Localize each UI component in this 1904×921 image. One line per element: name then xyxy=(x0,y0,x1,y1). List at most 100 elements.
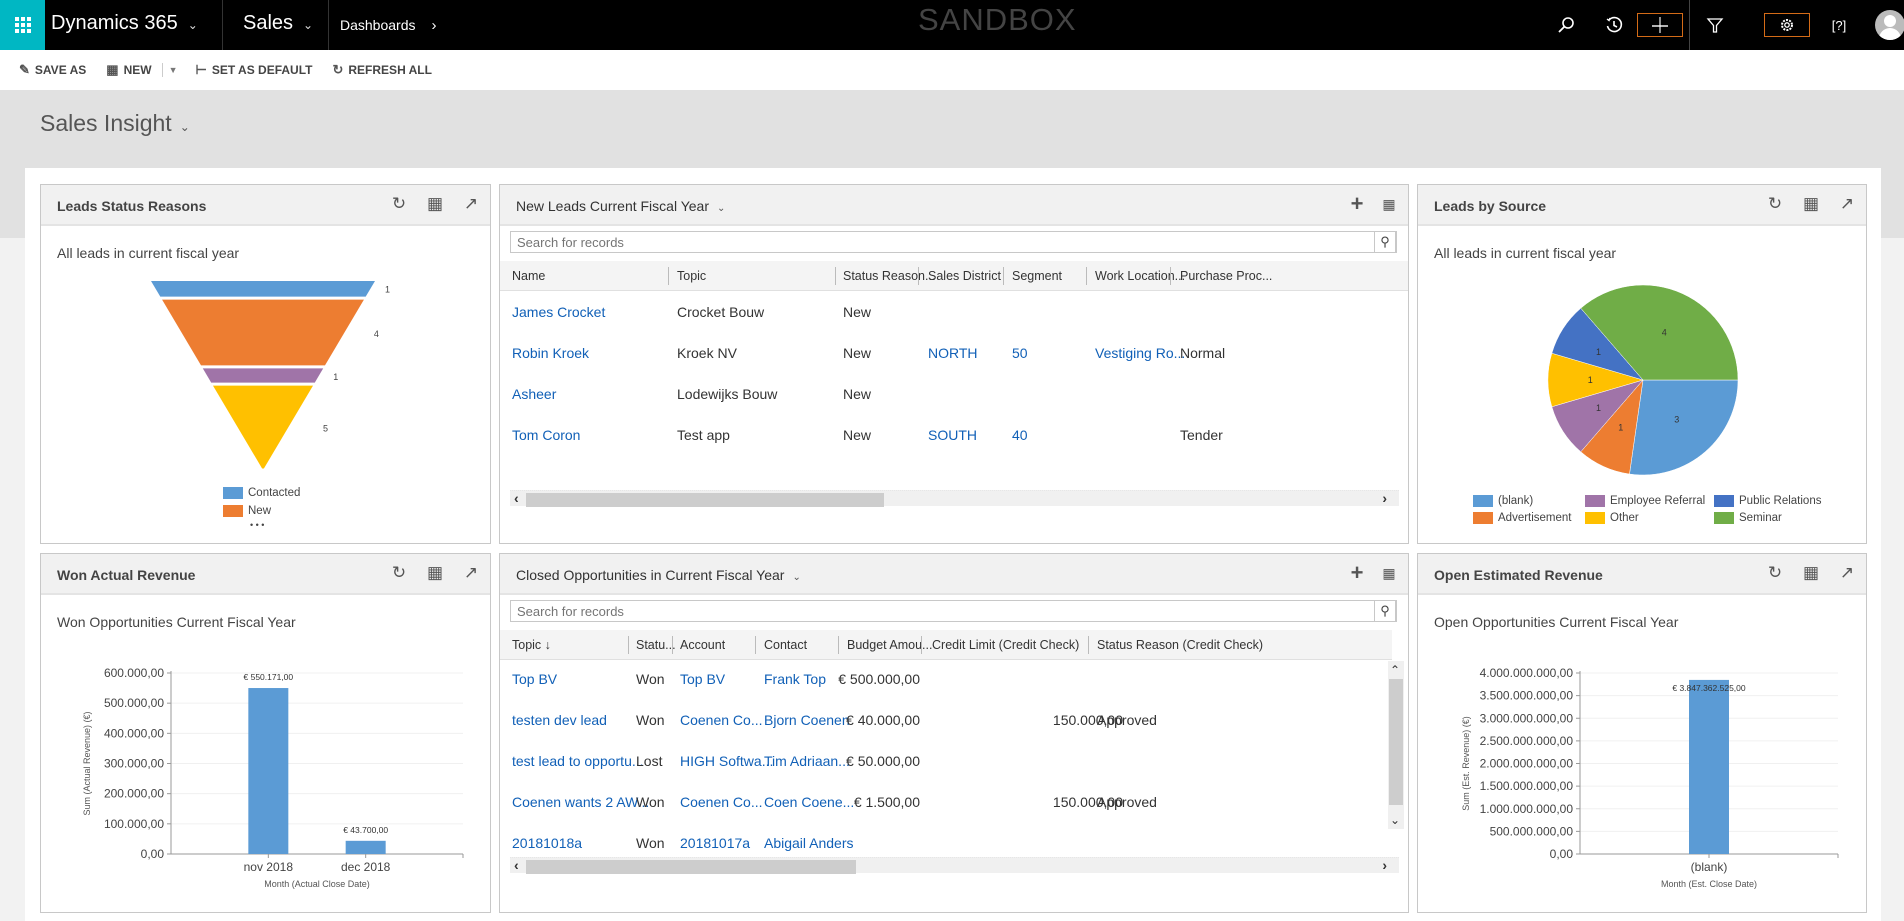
funnel-segment[interactable] xyxy=(151,281,375,297)
set-as-default-button[interactable]: ⊢ SET AS DEFAULT xyxy=(195,62,312,78)
column-resize-handle[interactable] xyxy=(1088,636,1089,654)
column-resize-handle[interactable] xyxy=(838,636,839,654)
record-link[interactable]: 40 xyxy=(1012,427,1028,443)
new-button[interactable]: ▦ NEW xyxy=(106,62,151,78)
record-link[interactable]: Bjorn Coenen xyxy=(764,712,850,728)
record-link[interactable]: Abigail Anders xyxy=(764,835,854,851)
horizontal-scrollbar[interactable]: ‹ › xyxy=(510,490,1399,507)
table-row[interactable]: test lead to opportu... Lost HIGH Softwa..… xyxy=(500,741,1408,782)
funnel-segment[interactable] xyxy=(202,368,324,383)
record-link[interactable]: test lead to opportu... xyxy=(512,753,644,769)
table-row[interactable]: Coenen wants 2 AW... Won Coenen Co... Coen … xyxy=(500,782,1408,823)
search-icon[interactable]: ⚲ xyxy=(1374,600,1396,622)
search-icon[interactable]: ⚲ xyxy=(1374,231,1396,253)
record-link[interactable]: testen dev lead xyxy=(512,712,607,728)
dashboard-selector[interactable]: Sales Insight ⌄ xyxy=(40,110,190,137)
new-dropdown-button[interactable]: ▼ xyxy=(169,65,178,75)
column-resize-handle[interactable] xyxy=(628,636,629,654)
bar[interactable] xyxy=(345,840,386,854)
record-link[interactable]: Top BV xyxy=(680,671,725,687)
user-avatar[interactable] xyxy=(1875,10,1904,40)
breadcrumb-dashboards[interactable]: Dashboards › xyxy=(340,17,437,34)
record-link[interactable]: Asheer xyxy=(512,386,556,402)
column-resize-handle[interactable] xyxy=(1086,267,1087,285)
record-link[interactable]: SOUTH xyxy=(928,427,977,443)
column-header[interactable]: Credit Limit (Credit Check) xyxy=(932,638,1079,652)
open-grid-icon[interactable]: ▦ xyxy=(1380,564,1398,582)
column-header[interactable]: Topic xyxy=(677,269,706,283)
new-record-icon[interactable] xyxy=(1637,13,1683,37)
record-link[interactable]: 50 xyxy=(1012,345,1028,361)
record-link[interactable]: Coenen wants 2 AW... xyxy=(512,794,649,810)
view-selector[interactable]: Closed Opportunities in Current Fiscal Y… xyxy=(516,567,801,583)
recent-icon[interactable] xyxy=(1603,14,1625,36)
funnel-segment[interactable] xyxy=(162,299,364,366)
record-link[interactable]: Top BV xyxy=(512,671,557,687)
record-link[interactable]: Coenen Co... xyxy=(680,712,763,728)
table-row[interactable]: Top BV Won Top BV Frank Top € 500.000,00 xyxy=(500,659,1408,700)
help-icon[interactable]: [?] xyxy=(1828,14,1850,36)
search-input[interactable] xyxy=(511,601,1396,621)
column-resize-handle[interactable] xyxy=(668,267,669,285)
record-link[interactable]: James Crocket xyxy=(512,304,605,320)
record-link[interactable]: Coen Coene... xyxy=(764,794,854,810)
settings-icon[interactable] xyxy=(1764,13,1810,37)
record-link[interactable]: Frank Top xyxy=(764,671,826,687)
column-header[interactable]: Purchase Proc... xyxy=(1180,269,1272,283)
open-grid-icon[interactable]: ▦ xyxy=(1380,195,1398,213)
record-link[interactable]: Vestiging Ro... xyxy=(1095,345,1185,361)
record-link[interactable]: Tom Coron xyxy=(512,427,580,443)
column-header[interactable]: Sales District xyxy=(928,269,1001,283)
save-as-button[interactable]: ✎ SAVE AS xyxy=(19,62,86,78)
table-row[interactable]: 20181018a Won 20181017a Abigail Anders xyxy=(500,823,1408,864)
add-record-icon[interactable]: + xyxy=(1348,191,1366,216)
scrollbar-thumb[interactable] xyxy=(526,493,884,507)
scroll-right-icon[interactable]: › xyxy=(1382,490,1387,506)
table-row[interactable]: testen dev lead Won Coenen Co... Bjorn Coen… xyxy=(500,700,1408,741)
column-header[interactable]: Segment xyxy=(1012,269,1062,283)
record-link[interactable]: Coenen Co... xyxy=(680,794,763,810)
advanced-find-icon[interactable] xyxy=(1704,14,1726,36)
column-resize-handle[interactable] xyxy=(672,636,673,654)
table-row[interactable]: Tom Coron Test app New SOUTH 40 Tender xyxy=(500,415,1408,456)
bar[interactable] xyxy=(248,688,289,854)
column-resize-handle[interactable] xyxy=(835,267,836,285)
column-header[interactable]: Statu... xyxy=(636,638,676,652)
column-resize-handle[interactable] xyxy=(755,636,756,654)
column-header[interactable]: Work Location... xyxy=(1095,269,1185,283)
table-row[interactable]: Robin Kroek Kroek NV New NORTH 50 Vestiging R… xyxy=(500,333,1408,374)
y-tick-label: 600.000,00 xyxy=(104,666,164,680)
app-launcher-button[interactable] xyxy=(0,0,45,50)
search-input[interactable] xyxy=(511,232,1396,252)
column-resize-handle[interactable] xyxy=(918,267,919,285)
column-resize-handle[interactable] xyxy=(1003,267,1004,285)
refresh-all-button[interactable]: ↻ REFRESH ALL xyxy=(332,62,431,78)
column-header[interactable]: Account xyxy=(680,638,725,652)
app-switcher[interactable]: Dynamics 365 ⌄ xyxy=(51,12,198,35)
record-link[interactable]: NORTH xyxy=(928,345,978,361)
legend-more[interactable]: • • • xyxy=(250,520,264,530)
column-resize-handle[interactable] xyxy=(921,636,922,654)
funnel-segment[interactable] xyxy=(212,385,314,469)
record-link[interactable]: Tim Adriaan... xyxy=(764,753,850,769)
column-header[interactable]: Name xyxy=(512,269,545,283)
column-header[interactable]: Topic ↓ xyxy=(512,638,551,652)
add-record-icon[interactable]: + xyxy=(1348,560,1366,585)
scroll-left-icon[interactable]: ‹ xyxy=(514,490,519,506)
column-resize-handle[interactable] xyxy=(1170,267,1171,285)
column-header[interactable]: Budget Amou... xyxy=(847,638,932,652)
record-link[interactable]: 20181017a xyxy=(680,835,750,851)
module-switcher[interactable]: Sales ⌄ xyxy=(243,12,313,35)
view-selector[interactable]: New Leads Current Fiscal Year ⌄ xyxy=(516,198,725,214)
record-link[interactable]: Robin Kroek xyxy=(512,345,589,361)
table-row[interactable]: James Crocket Crocket Bouw New xyxy=(500,292,1408,333)
table-row[interactable]: Asheer Lodewijks Bouw New xyxy=(500,374,1408,415)
record-link[interactable]: 20181018a xyxy=(512,835,582,851)
column-header[interactable]: Status Reason (Credit Check) xyxy=(1097,638,1263,652)
bar[interactable] xyxy=(1689,679,1729,854)
record-link[interactable]: HIGH Softwa... xyxy=(680,753,773,769)
column-header[interactable]: Contact xyxy=(764,638,807,652)
search-icon[interactable] xyxy=(1555,14,1577,36)
column-header[interactable]: Status Reason... xyxy=(843,269,935,283)
pie-slice[interactable] xyxy=(1629,379,1739,476)
